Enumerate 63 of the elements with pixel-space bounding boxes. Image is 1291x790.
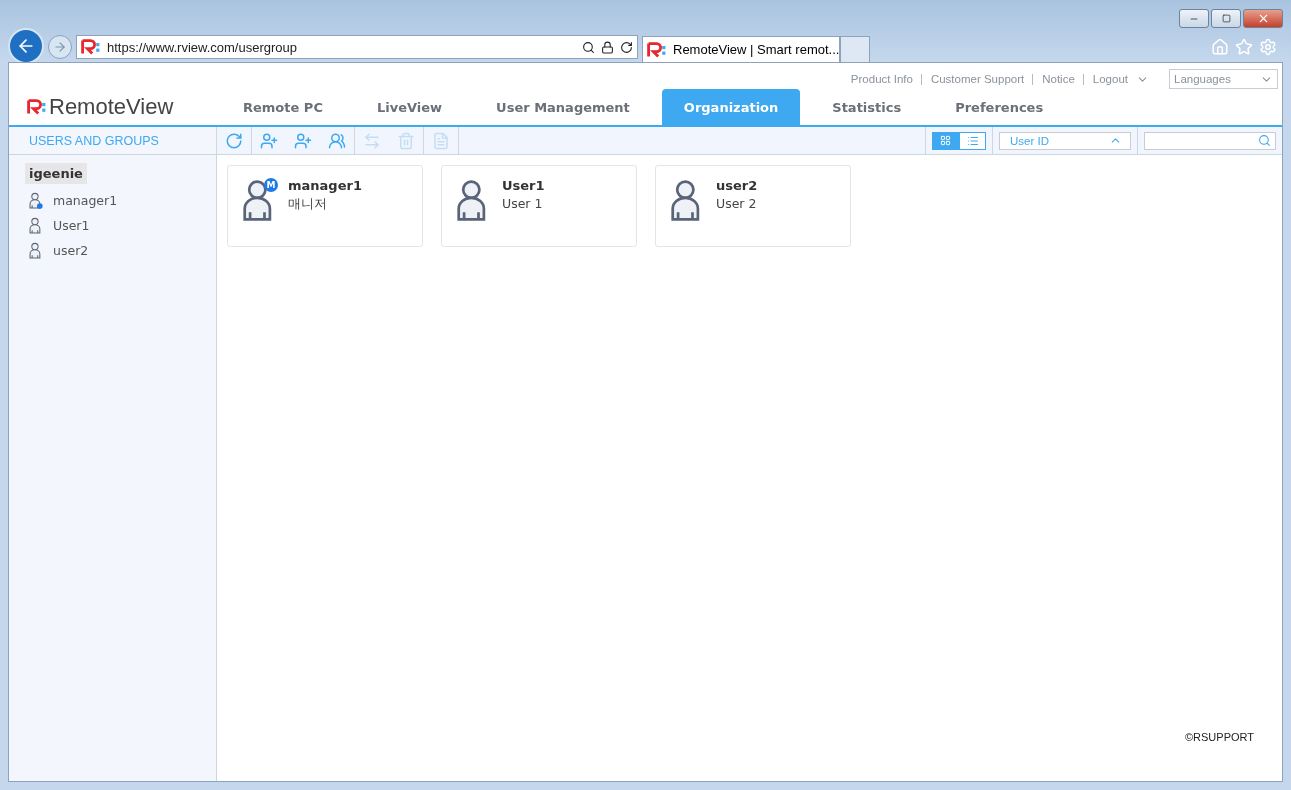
logo-text: RemoteView <box>49 94 174 120</box>
user-card[interactable]: User1 User 1 <box>441 165 637 247</box>
list-icon <box>966 134 979 147</box>
user-name: 매니저 <box>288 196 328 213</box>
user-card[interactable]: M manager1 매니저 <box>227 165 423 247</box>
copyright: ©RSUPPORT <box>1184 731 1255 745</box>
nav-tab[interactable]: Statistics <box>810 89 924 125</box>
header-link[interactable]: Product Info <box>850 73 913 85</box>
tree-item[interactable]: manager1 <box>53 193 118 208</box>
lock-icon <box>601 40 614 54</box>
nav-tab[interactable]: User Management <box>474 89 652 125</box>
user-icon <box>29 242 43 259</box>
settings-icon <box>1259 38 1277 56</box>
logo-icon <box>27 99 47 115</box>
user-id: User1 <box>502 178 545 193</box>
swap-icon <box>363 131 381 150</box>
grid-view-button[interactable] <box>932 131 959 150</box>
nav-tab[interactable]: Preferences <box>933 89 1066 125</box>
add-group-icon <box>328 131 346 150</box>
browser-tab[interactable]: RemoteView | Smart remot... <box>642 36 840 62</box>
refresh-icon <box>620 40 633 54</box>
header-link[interactable]: Customer Support <box>920 73 1025 85</box>
manager-icon <box>29 192 43 209</box>
nav-tab[interactable]: Organization <box>661 89 801 125</box>
user-id: user2 <box>716 178 758 193</box>
manager-badge: M <box>264 178 278 192</box>
logo-icon <box>647 41 667 58</box>
language-select[interactable]: Languages <box>1169 69 1278 89</box>
user-id: manager1 <box>288 178 362 193</box>
list-view-button[interactable] <box>959 131 986 150</box>
user-icon <box>29 217 43 234</box>
minimize-button[interactable] <box>1179 9 1209 28</box>
delete-icon <box>397 131 415 150</box>
nav-tab[interactable]: Remote PC <box>221 89 345 125</box>
tree-item[interactable]: user2 <box>53 243 89 258</box>
maximize-button[interactable] <box>1211 9 1241 28</box>
back-button[interactable] <box>8 28 44 64</box>
tree-item[interactable]: User1 <box>53 218 90 233</box>
sidebar-title: USERS AND GROUPS <box>9 127 216 155</box>
address-bar[interactable]: https://www.rview.com/usergroup <box>76 35 638 59</box>
star-icon <box>1235 38 1253 56</box>
home-icon <box>1211 38 1229 56</box>
logo-icon <box>81 39 101 55</box>
new-tab-button[interactable] <box>840 36 870 62</box>
user-name: User 1 <box>502 196 544 211</box>
arrow-right-icon <box>53 40 67 54</box>
user-name: User 2 <box>716 196 758 211</box>
search-field[interactable] <box>1144 131 1276 150</box>
nav-tab[interactable]: LiveView <box>354 89 465 125</box>
maximize-icon <box>1221 14 1231 23</box>
header-link[interactable]: Logout <box>1082 73 1128 85</box>
grid-icon <box>940 135 951 146</box>
search-icon <box>1258 134 1271 147</box>
note-icon <box>432 131 450 150</box>
sort-select[interactable]: User ID <box>999 131 1131 150</box>
close-button[interactable] <box>1243 9 1283 28</box>
search-icon <box>582 40 595 54</box>
refresh-icon <box>225 131 243 150</box>
header-link[interactable]: Notice <box>1032 73 1075 85</box>
add-user-icon <box>294 131 312 150</box>
user-card[interactable]: user2 User 2 <box>655 165 851 247</box>
forward-button[interactable] <box>48 35 72 59</box>
tree-group[interactable]: igeenie <box>25 163 87 184</box>
